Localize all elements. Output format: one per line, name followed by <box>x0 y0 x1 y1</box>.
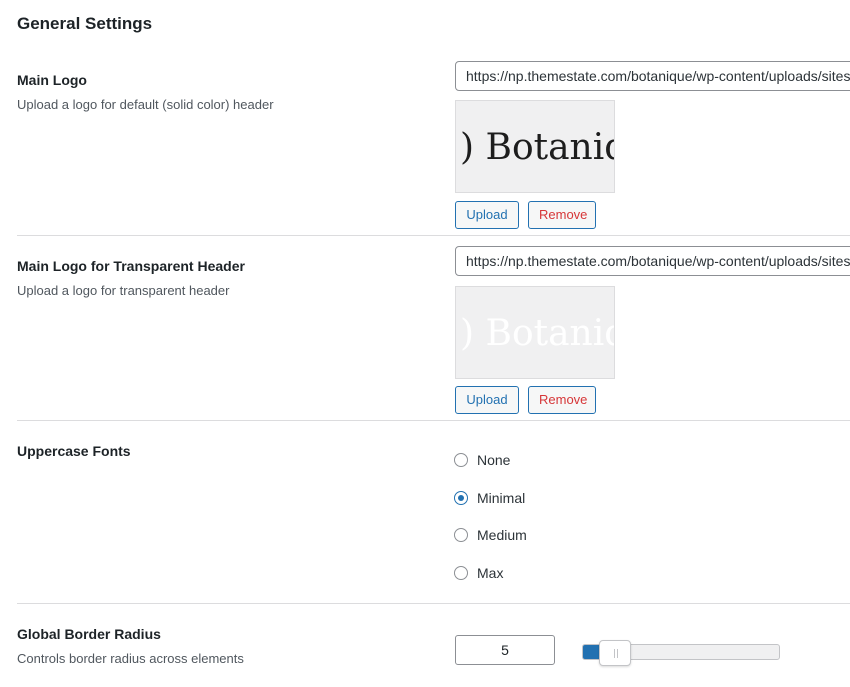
main-logo-preview-text: ) Botaniq <box>460 127 615 168</box>
main-logo-preview: ) Botaniq <box>455 100 615 193</box>
main-logo-url-input[interactable]: https://np.themestate.com/botanique/wp-c… <box>455 61 850 91</box>
divider <box>17 603 850 604</box>
slider-handle[interactable] <box>599 640 631 666</box>
radio-button[interactable] <box>454 491 468 505</box>
radio-label: Max <box>477 565 504 581</box>
transparent-logo-remove-button[interactable]: Remove <box>528 386 596 414</box>
transparent-logo-url-input[interactable]: https://np.themestate.com/botanique/wp-c… <box>455 246 850 276</box>
radio-option-max[interactable]: Max <box>454 565 503 581</box>
radio-label: Medium <box>477 527 527 543</box>
border-radius-slider[interactable] <box>582 640 780 666</box>
radio-option-minimal[interactable]: Minimal <box>454 490 525 506</box>
uppercase-fonts-label: Uppercase Fonts <box>17 443 131 459</box>
transparent-logo-label: Main Logo for Transparent Header <box>17 258 245 274</box>
transparent-logo-preview-text: ) Botaniq <box>460 313 615 354</box>
main-logo-remove-button[interactable]: Remove <box>528 201 596 229</box>
border-radius-description: Controls border radius across elements <box>17 651 244 666</box>
main-logo-upload-button[interactable]: Upload <box>455 201 519 229</box>
radio-label: None <box>477 452 511 468</box>
radio-button[interactable] <box>454 566 468 580</box>
transparent-logo-upload-button[interactable]: Upload <box>455 386 519 414</box>
main-logo-label: Main Logo <box>17 72 87 88</box>
divider <box>17 235 850 236</box>
border-radius-input[interactable]: 5 <box>455 635 555 665</box>
radio-button[interactable] <box>454 453 468 467</box>
divider <box>17 420 850 421</box>
main-logo-description: Upload a logo for default (solid color) … <box>17 97 274 112</box>
radio-button[interactable] <box>454 528 468 542</box>
radio-label: Minimal <box>477 490 526 506</box>
transparent-logo-preview: ) Botaniq <box>455 286 615 379</box>
radio-option-medium[interactable]: Medium <box>454 527 527 543</box>
border-radius-label: Global Border Radius <box>17 626 161 642</box>
radio-option-none[interactable]: None <box>454 452 510 468</box>
transparent-logo-description: Upload a logo for transparent header <box>17 283 230 298</box>
page-title: General Settings <box>17 14 153 33</box>
